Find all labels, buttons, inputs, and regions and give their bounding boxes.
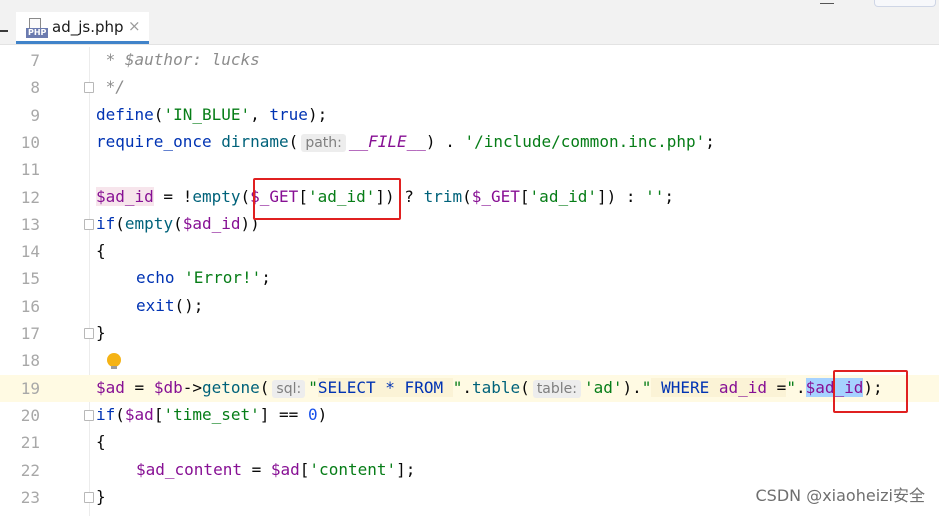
code-text: * $author: lucks — [96, 50, 260, 69]
line-number: 11 — [20, 160, 40, 180]
code-text: if(empty($ad_id)) — [96, 213, 260, 233]
line-number: 21 — [20, 433, 40, 453]
toolbar-widget[interactable] — [874, 0, 936, 7]
highlight-box-ad-id — [833, 370, 908, 413]
code-text: echo 'Error!'; — [136, 268, 271, 288]
code-text: } — [96, 323, 106, 342]
parameter-hint: table: — [532, 379, 581, 398]
code-line-20: 20 if($ad['time_set'] == 0) — [0, 402, 939, 429]
intention-lightbulb-icon[interactable] — [107, 353, 121, 370]
line-number: 8 — [30, 78, 40, 98]
code-line-11: 11 — [0, 156, 939, 183]
line-number: 14 — [20, 242, 40, 262]
code-text: if($ad['time_set'] == 0) — [96, 404, 328, 424]
php-file-icon: PHP — [26, 18, 49, 38]
code-line-15: 15 echo 'Error!'; — [0, 265, 939, 292]
line-number: 13 — [20, 214, 40, 234]
code-text: require_once dirname(path: __FILE__) . '/… — [96, 131, 715, 152]
code-editor[interactable]: 7 * $author: lucks 8 */ 9 define('IN_BLU… — [0, 47, 939, 516]
line-number: 16 — [20, 296, 40, 316]
code-line-18: 18 — [0, 347, 939, 374]
parameter-hint: path: — [301, 133, 346, 152]
tab-ad-js-php[interactable]: PHP ad_js.php × — [16, 12, 149, 44]
minimize-icon[interactable] — [820, 0, 834, 4]
fold-marker-icon[interactable] — [84, 491, 94, 503]
line-number: 17 — [20, 324, 40, 343]
close-tab-icon[interactable]: × — [128, 17, 141, 35]
line-number: 23 — [20, 487, 40, 507]
code-line-22: 22 $ad_content = $ad['content']; — [0, 457, 939, 484]
fold-marker-icon[interactable] — [84, 409, 94, 421]
line-number: 19 — [20, 378, 40, 398]
line-number: 18 — [20, 351, 40, 371]
code-text: exit(); — [136, 295, 204, 315]
code-line-16: 16 exit(); — [0, 293, 939, 320]
code-text: $ad_content = $ad['content']; — [136, 459, 416, 479]
parameter-hint: sql: — [272, 379, 306, 398]
code-text: define('IN_BLUE', true); — [96, 104, 328, 124]
code-text: { — [96, 432, 106, 452]
editor-tab-bar: PHP ad_js.php × — [0, 0, 939, 45]
code-text: $ad = $db->getone(sql: "SELECT * FROM ".t… — [96, 377, 883, 398]
tab-scroll-marker — [0, 30, 8, 32]
fold-marker-icon[interactable] — [84, 82, 94, 94]
code-line-9: 9 define('IN_BLUE', true); — [0, 102, 939, 129]
line-number: 15 — [20, 269, 40, 289]
highlight-box-get-param — [253, 178, 401, 220]
code-line-14: 14 { — [0, 238, 939, 265]
watermark: CSDN @xiaoheizi安全 — [755, 486, 926, 505]
code-line-19: 19 $ad = $db->getone(sql: "SELECT * FROM … — [0, 374, 939, 402]
code-text: { — [96, 241, 106, 261]
line-number: 9 — [30, 105, 40, 125]
line-number: 10 — [20, 132, 40, 152]
line-number: 22 — [20, 460, 40, 480]
code-line-13: 13 if(empty($ad_id)) — [0, 211, 939, 238]
fold-marker-icon[interactable] — [84, 218, 94, 230]
code-text: */ — [96, 77, 125, 97]
line-number: 12 — [20, 187, 40, 207]
tab-title: ad_js.php — [52, 18, 124, 36]
code-line-7: 7 * $author: lucks — [0, 47, 939, 74]
line-number: 20 — [20, 405, 40, 425]
fold-marker-icon[interactable] — [84, 328, 94, 339]
code-text: } — [96, 486, 106, 506]
code-line-21: 21 { — [0, 429, 939, 456]
line-number: 7 — [30, 51, 40, 70]
code-line-10: 10 require_once dirname(path: __FILE__) .… — [0, 129, 939, 156]
code-line-8: 8 */ — [0, 74, 939, 101]
code-line-17: 17 } — [0, 320, 939, 347]
code-line-12: 12 $ad_id = !empty($_GET['ad_id']) ? tri… — [0, 184, 939, 211]
